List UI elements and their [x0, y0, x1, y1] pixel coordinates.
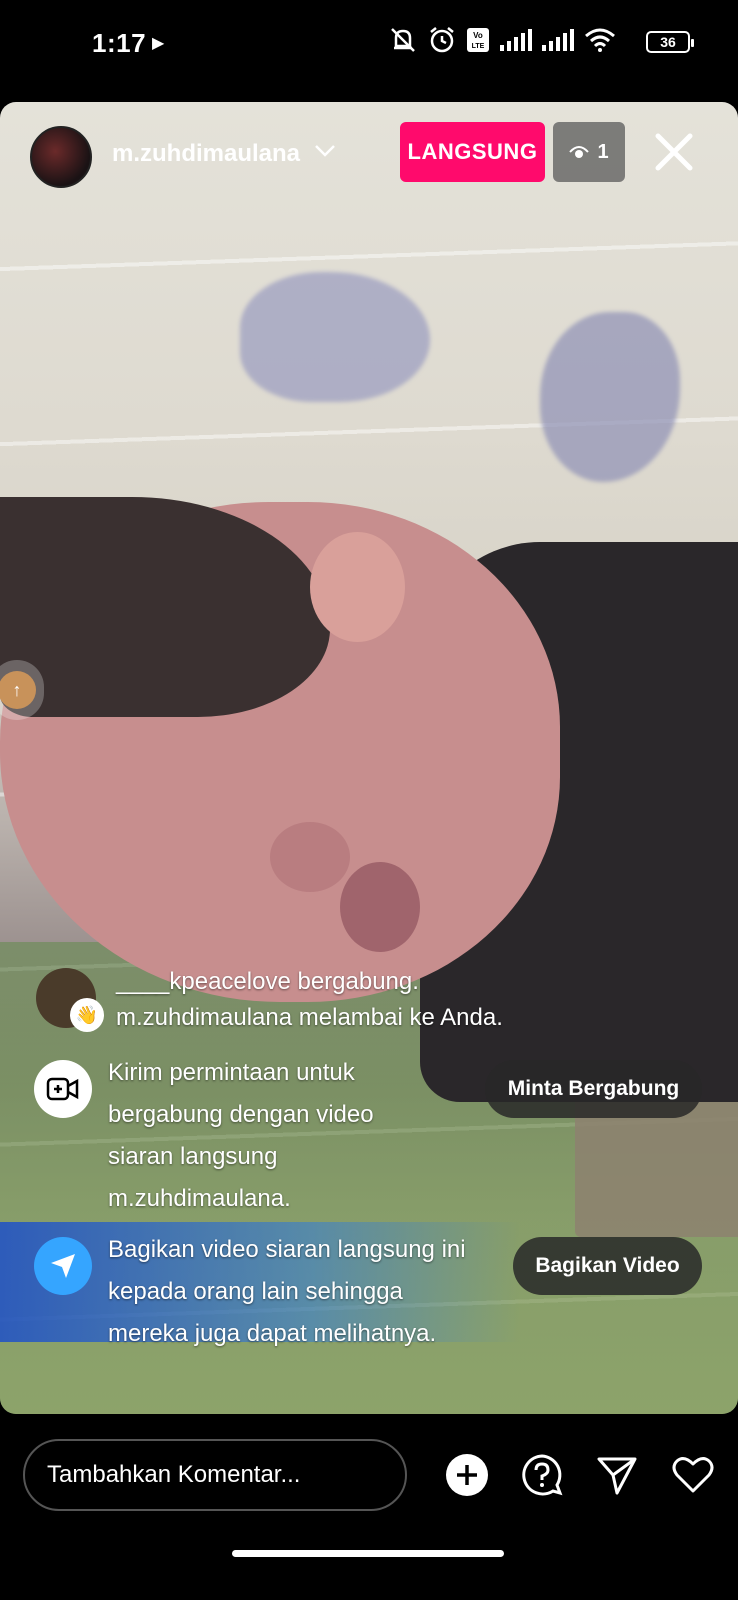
- send-icon[interactable]: [594, 1452, 640, 1498]
- share-video-button[interactable]: Bagikan Video: [513, 1237, 702, 1295]
- wave-message: m.zuhdimaulana melambai ke Anda.: [116, 1004, 503, 1031]
- battery-level: 36: [660, 34, 676, 50]
- reaction-icon: ↑: [0, 671, 36, 709]
- add-icon[interactable]: [444, 1452, 490, 1498]
- bottom-bar: Tambahkan Komentar...: [0, 1414, 738, 1600]
- status-bar: 1:17 ▶ Vo LTE 36: [0, 0, 738, 90]
- request-join-button[interactable]: Minta Bergabung: [485, 1060, 702, 1118]
- close-icon: [655, 133, 693, 171]
- video-call-icon: [34, 1060, 92, 1118]
- join-message: ____kpeacelove bergabung.: [116, 968, 419, 995]
- status-time: 1:17: [92, 28, 147, 58]
- home-indicator[interactable]: [232, 1550, 504, 1557]
- video-person-ear: [310, 532, 405, 642]
- mute-icon: [391, 28, 415, 52]
- chevron-down-icon[interactable]: [313, 138, 337, 168]
- viewer-count-badge[interactable]: 1: [553, 122, 625, 182]
- volte-icon: Vo LTE: [467, 28, 489, 52]
- live-header: m.zuhdimaulana LANGSUNG 1: [0, 120, 738, 190]
- play-icon: ▶: [152, 35, 165, 52]
- request-join-text: Kirim permintaan untuk bergabung dengan …: [108, 1059, 374, 1212]
- close-button[interactable]: [652, 130, 696, 174]
- svg-text:LTE: LTE: [472, 43, 485, 50]
- avatar[interactable]: [30, 126, 92, 188]
- wave-hand-icon: 👋: [70, 998, 104, 1032]
- live-badge: LANGSUNG: [400, 122, 545, 182]
- heart-icon[interactable]: [670, 1452, 716, 1498]
- comment-input[interactable]: Tambahkan Komentar...: [23, 1439, 407, 1511]
- eye-icon: [569, 146, 590, 158]
- battery-icon: 36: [646, 31, 694, 53]
- video-person-mouth: [340, 862, 420, 952]
- send-icon: [34, 1237, 92, 1295]
- video-wall-stain: [240, 272, 430, 402]
- broadcaster-username[interactable]: m.zuhdimaulana: [112, 140, 300, 168]
- signal-icon: [500, 29, 532, 51]
- question-icon[interactable]: [519, 1452, 565, 1498]
- video-person-nose: [270, 822, 350, 892]
- status-icons: Vo LTE: [388, 26, 676, 54]
- signal-icon: [542, 29, 574, 51]
- share-video-text: Bagikan video siaran langsung ini kepada…: [108, 1236, 466, 1347]
- viewer-count: 1: [597, 140, 609, 163]
- svg-text:Vo: Vo: [473, 31, 483, 40]
- wifi-icon: [585, 28, 615, 52]
- alarm-icon: [430, 27, 454, 53]
